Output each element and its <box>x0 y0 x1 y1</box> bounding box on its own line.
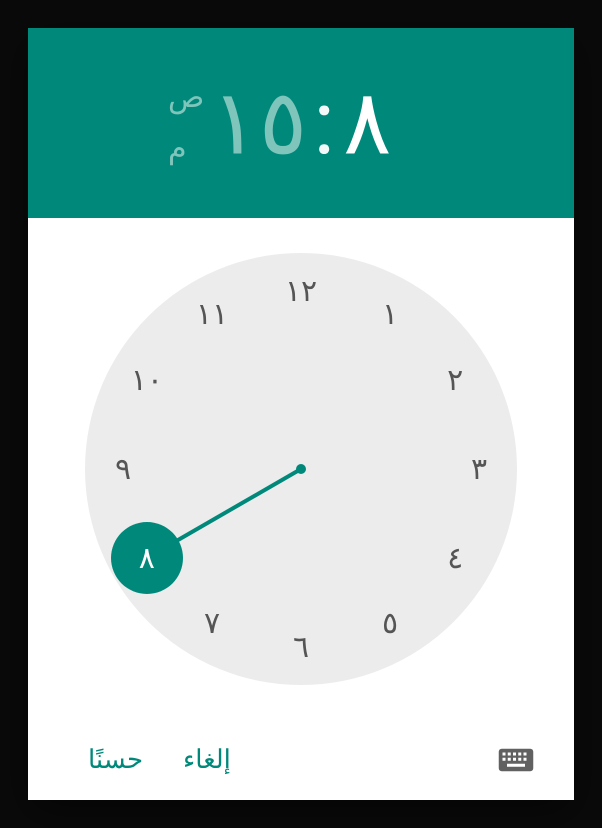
hour-mark-7[interactable]: ٧ <box>176 587 248 659</box>
clock-face[interactable]: ١٢١٢٣٤٥٦٧٨٩١٠١١ <box>85 253 517 685</box>
hour-mark-3[interactable]: ٣ <box>443 433 515 505</box>
hour-mark-9[interactable]: ٩ <box>87 433 159 505</box>
keyboard-icon[interactable] <box>498 747 534 773</box>
hour-mark-5[interactable]: ٥ <box>354 587 426 659</box>
time-picker-header: ص م ٨ : ١٥ <box>28 28 574 218</box>
time-picker-dialog: ص م ٨ : ١٥ ١٢١٢٣٤٥٦٧٨٩١٠١١ <box>28 28 574 800</box>
hour-mark-0[interactable]: ١٢ <box>265 255 337 327</box>
hour-mark-1[interactable]: ١ <box>354 279 426 351</box>
clock-center-dot <box>296 464 306 474</box>
time-separator: : <box>313 71 337 176</box>
hour-mark-10[interactable]: ١٠ <box>111 344 183 416</box>
minute-value[interactable]: ١٥ <box>211 71 308 176</box>
am-option[interactable]: ص <box>168 80 204 115</box>
time-display: ٨ : ١٥ <box>211 71 392 176</box>
hour-value[interactable]: ٨ <box>343 71 391 176</box>
hour-mark-6[interactable]: ٦ <box>265 611 337 683</box>
dialog-footer: إلغاء حسنًا <box>28 720 574 800</box>
hour-mark-2[interactable]: ٢ <box>419 344 491 416</box>
pm-option[interactable]: م <box>168 131 204 166</box>
hour-mark-4[interactable]: ٤ <box>419 522 491 594</box>
hour-mark-11[interactable]: ١١ <box>176 279 248 351</box>
clock-area: ١٢١٢٣٤٥٦٧٨٩١٠١١ <box>28 218 574 720</box>
ok-button[interactable]: حسنًا <box>68 737 163 783</box>
cancel-button[interactable]: إلغاء <box>163 737 251 783</box>
ampm-toggle: ص م <box>168 80 204 166</box>
hour-mark-8[interactable]: ٨ <box>111 522 183 594</box>
